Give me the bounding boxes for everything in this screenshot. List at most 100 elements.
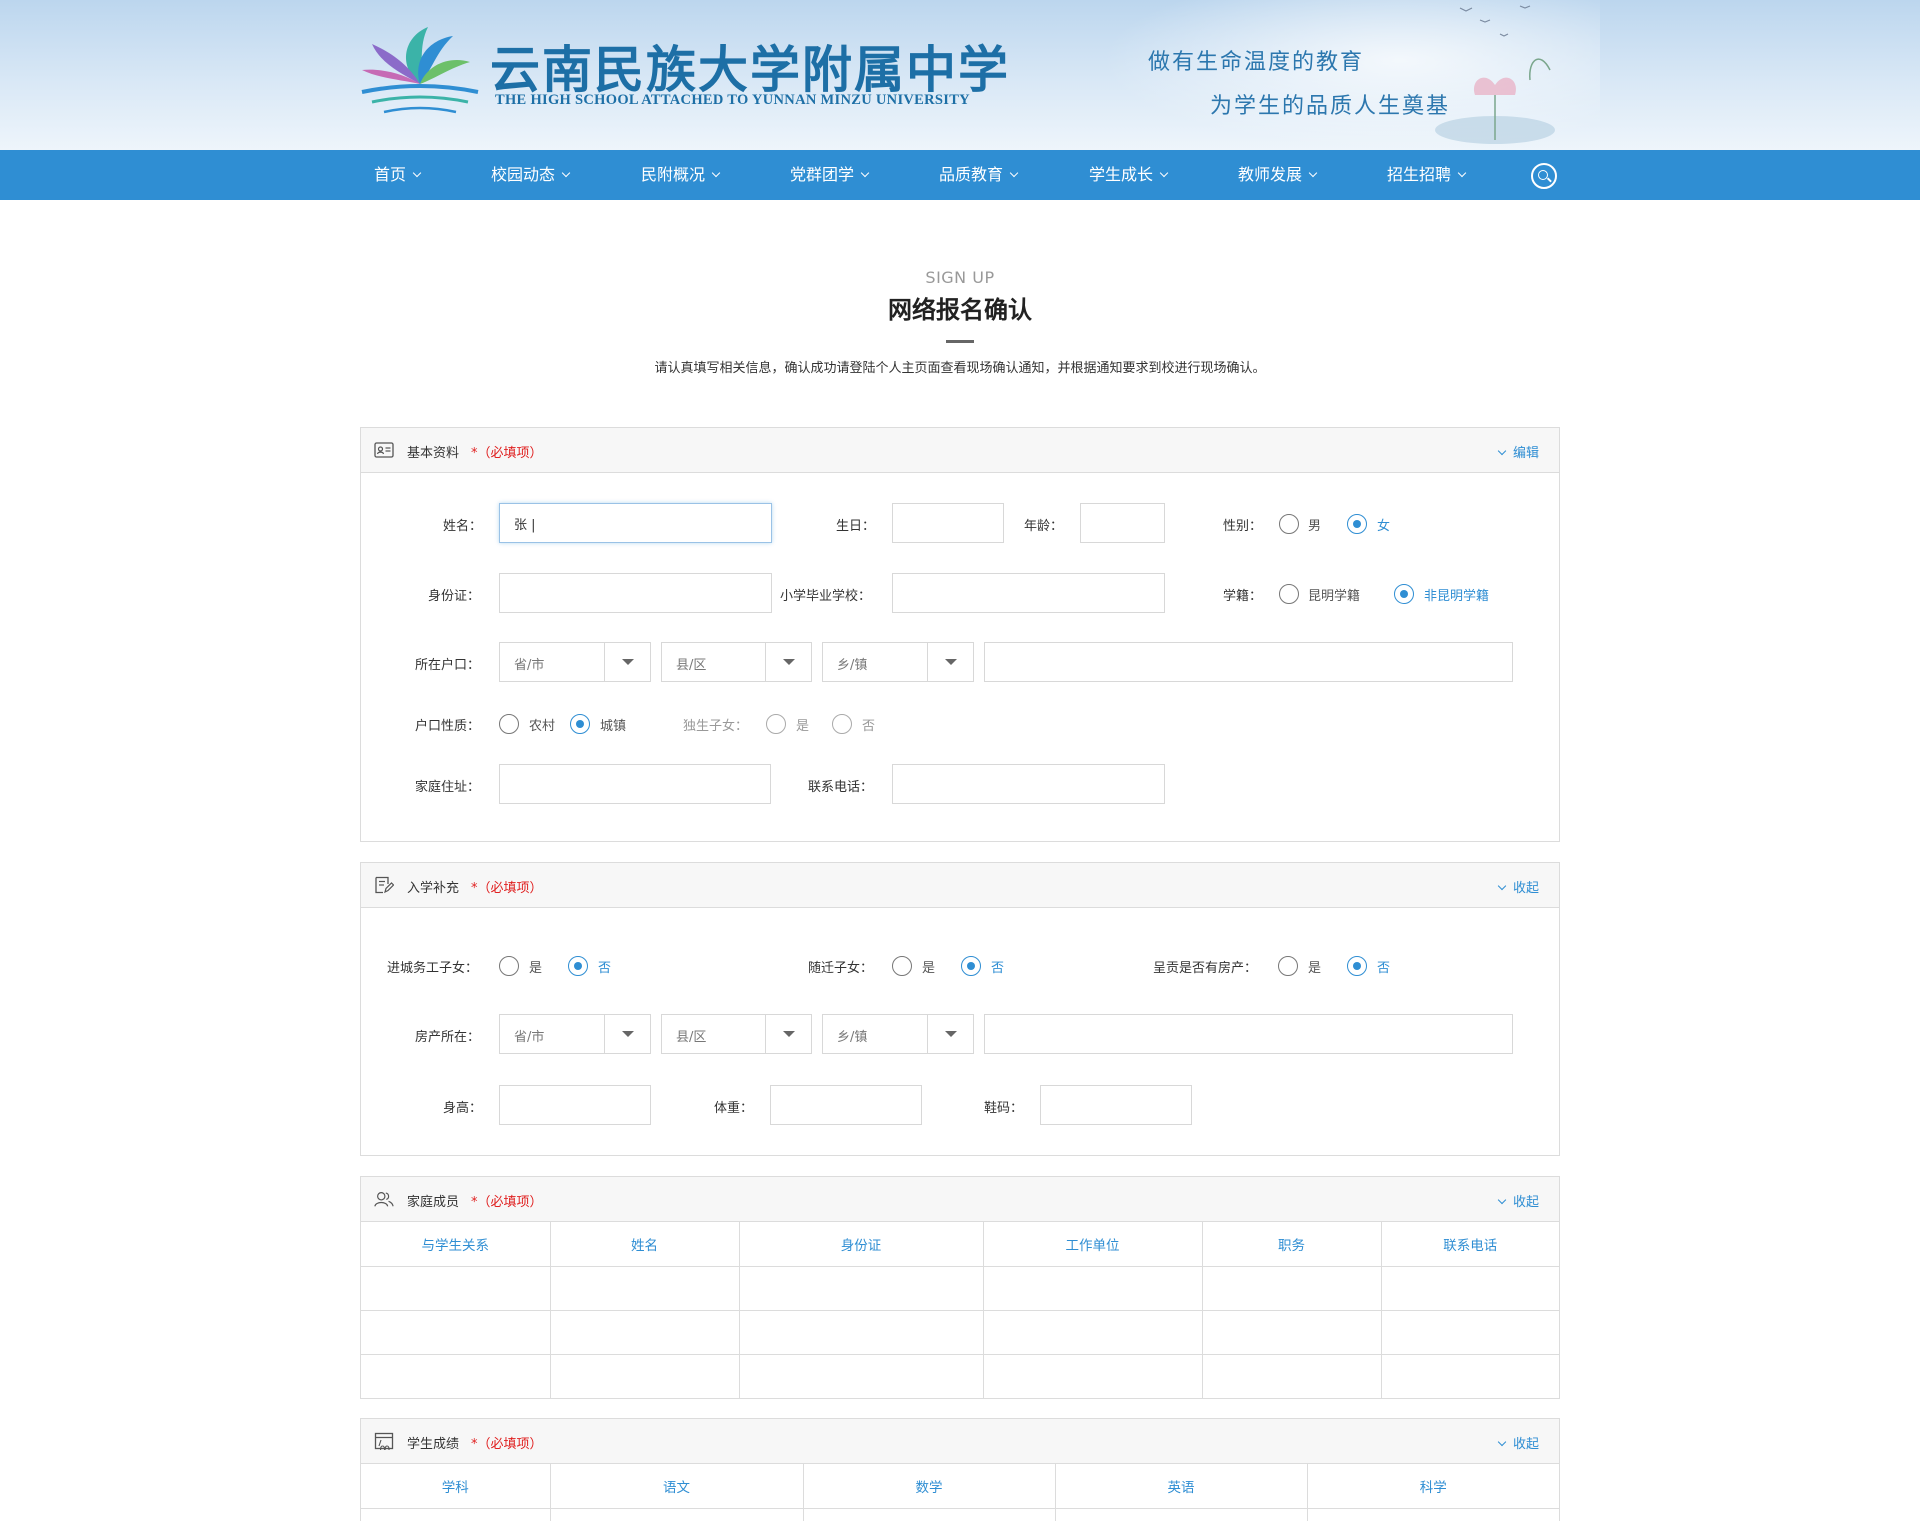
column-header: 英语 [1055,1464,1308,1509]
column-header: 工作单位 [983,1222,1203,1267]
birthday-input[interactable] [892,503,1004,543]
nav-item-campus-news[interactable]: 校园动态 [491,150,571,200]
relocation-no-radio[interactable] [961,956,981,976]
nav-item-overview[interactable]: 民附概况 [641,150,721,200]
table-cell[interactable] [550,1310,740,1355]
nav-label: 招生招聘 [1387,165,1452,184]
grades-table: 学科 语文 数学 英语 科学 [361,1464,1559,1521]
gender-female-radio[interactable] [1347,514,1367,534]
table-cell[interactable] [1381,1354,1559,1398]
dropdown-arrow-icon [604,643,650,681]
column-header: 数学 [803,1464,1056,1509]
nav-item-party-league[interactable]: 党群团学 [790,150,870,200]
name-input[interactable] [499,503,772,543]
table-cell[interactable] [361,1508,551,1521]
hukou-detail-input[interactable] [984,642,1513,682]
primary-school-input[interactable] [892,573,1165,613]
hukou-county-select[interactable]: 县/区 [661,642,812,682]
chevron-down-icon [860,168,870,178]
section-header: 基本资料 *（必填项） 编辑 [361,428,1559,473]
hukou-urban-radio[interactable] [570,714,590,734]
table-cell[interactable] [1381,1310,1559,1355]
school-logo-icon[interactable] [358,22,482,122]
table-row [361,1508,1559,1521]
chevron-down-icon [1009,168,1019,178]
migrant-no-radio[interactable] [568,956,588,976]
nav-item-student-growth[interactable]: 学生成长 [1089,150,1169,200]
relocation-yes-radio[interactable] [892,956,912,976]
property-province-select[interactable]: 省/市 [499,1014,651,1054]
select-value: 乡/镇 [837,1030,868,1045]
age-input[interactable] [1080,503,1165,543]
table-cell[interactable] [1055,1508,1308,1521]
property-town-select[interactable]: 乡/镇 [822,1014,974,1054]
only-child-yes-radio[interactable] [766,714,786,734]
table-cell[interactable] [739,1354,984,1398]
nav-item-teacher-development[interactable]: 教师发展 [1238,150,1318,200]
collapse-toggle[interactable]: 收起 [1497,877,1539,896]
chevron-down-icon [1497,446,1507,456]
nav-item-home[interactable]: 首页 [374,150,422,200]
section-title: 基本资料 [407,446,460,461]
collapse-toggle[interactable]: 收起 [1497,1191,1539,1210]
phone-label: 联系电话： [808,780,874,795]
weight-input[interactable] [770,1085,922,1125]
nav-label: 首页 [374,165,407,184]
registry-km-radio[interactable] [1279,584,1299,604]
section-basic-info: 基本资料 *（必填项） 编辑 姓名： 生日： 年龄： 性别： 男 女 身份证： … [360,427,1560,842]
nav-item-recruitment[interactable]: 招生招聘 [1387,150,1467,200]
house-yes-radio[interactable] [1278,956,1298,976]
table-cell[interactable] [550,1508,804,1521]
column-header: 职务 [1202,1222,1382,1267]
table-cell[interactable] [1307,1508,1559,1521]
edit-toggle[interactable]: 编辑 [1497,442,1539,461]
hukou-urban-label: 城镇 [600,719,627,734]
table-cell[interactable] [550,1266,740,1311]
phone-input[interactable] [892,764,1165,804]
table-cell[interactable] [1202,1266,1382,1311]
toggle-label: 收起 [1512,1437,1539,1452]
table-cell[interactable] [1202,1310,1382,1355]
select-value: 县/区 [676,658,707,673]
table-cell[interactable] [550,1354,740,1398]
column-header: 身份证 [739,1222,984,1267]
registry-nonkm-label: 非昆明学籍 [1424,589,1490,604]
collapse-toggle[interactable]: 收起 [1497,1433,1539,1452]
section-header: 家庭成员 *（必填项） 收起 [361,1177,1559,1222]
property-detail-input[interactable] [984,1014,1513,1054]
table-cell[interactable] [361,1354,551,1398]
hukou-rural-label: 农村 [529,719,556,734]
address-input[interactable] [499,764,771,804]
shoe-size-input[interactable] [1040,1085,1192,1125]
form-edit-icon [375,876,394,894]
chevron-down-icon [711,168,721,178]
house-no-radio[interactable] [1347,956,1367,976]
hukou-province-select[interactable]: 省/市 [499,642,651,682]
idcard-input[interactable] [499,573,772,613]
table-cell[interactable] [983,1310,1203,1355]
hukou-rural-radio[interactable] [499,714,519,734]
nav-item-quality-education[interactable]: 品质教育 [939,150,1019,200]
table-cell[interactable] [1381,1266,1559,1311]
logo-english-name[interactable]: THE HIGH SCHOOL ATTACHED TO YUNNAN MINZU… [495,92,970,109]
registry-label: 学籍： [1223,589,1263,604]
gender-male-radio[interactable] [1279,514,1299,534]
registry-nonkm-radio[interactable] [1394,584,1414,604]
only-child-no-radio[interactable] [832,714,852,734]
property-county-select[interactable]: 县/区 [661,1014,812,1054]
table-cell[interactable] [983,1266,1203,1311]
table-cell[interactable] [361,1310,551,1355]
table-cell[interactable] [739,1266,984,1311]
search-icon[interactable] [1531,163,1557,189]
migrant-yes-radio[interactable] [499,956,519,976]
hukou-town-select[interactable]: 乡/镇 [822,642,974,682]
column-header: 姓名 [550,1222,740,1267]
height-input[interactable] [499,1085,651,1125]
table-cell[interactable] [983,1354,1203,1398]
table-cell[interactable] [361,1266,551,1311]
title-divider [946,340,974,343]
table-cell[interactable] [803,1508,1056,1521]
table-cell[interactable] [1202,1354,1382,1398]
table-cell[interactable] [739,1310,984,1355]
section-header: 入学补充 *（必填项） 收起 [361,863,1559,908]
